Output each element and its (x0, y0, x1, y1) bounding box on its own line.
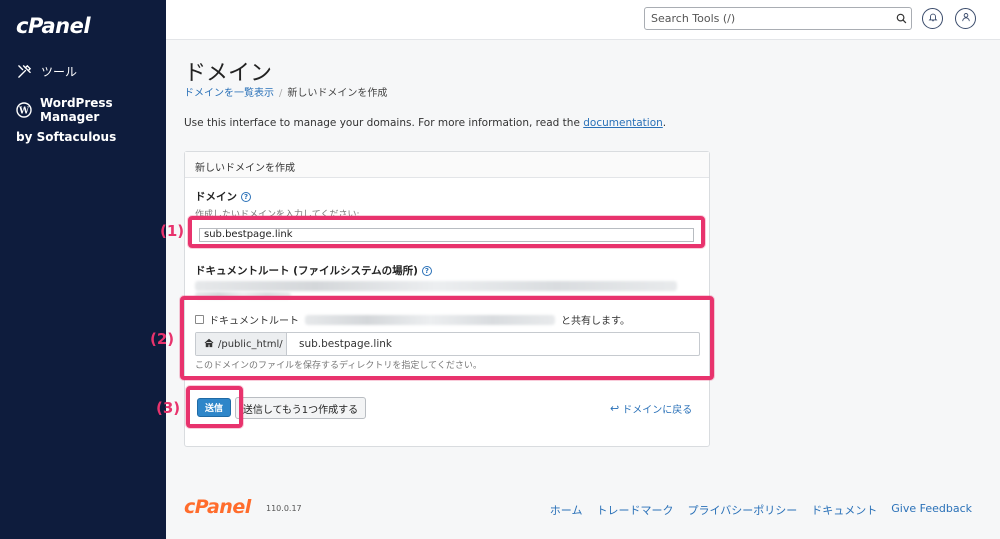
footer-link-privacy-policy[interactable]: プライバシーポリシー (687, 502, 797, 518)
breadcrumb-separator: / (279, 88, 283, 99)
sidebar-item-tools[interactable]: ツール (16, 63, 77, 80)
intro-text: Use this interface to manage your domain… (184, 117, 666, 129)
notifications-button[interactable] (922, 8, 943, 29)
search-input[interactable]: Search Tools (/) (644, 7, 912, 30)
svg-text:W: W (18, 107, 30, 117)
sidebar-item-sublabel: by Softaculous (16, 130, 117, 144)
sidebar-item-label: ツール (41, 65, 78, 79)
docroot-label: ドキュメントルート (ファイルシステムの場所) ? (195, 263, 432, 278)
intro-text-body: Use this interface to manage your domain… (184, 117, 584, 129)
footer-link-documentation[interactable]: ドキュメント (811, 502, 877, 518)
sidebar-item-label: WordPress Manager (40, 96, 113, 124)
footer-cpanel-logo: cPanel (184, 496, 251, 518)
search-icon[interactable] (891, 13, 911, 24)
back-link-label: ドメインに戻る (622, 405, 693, 416)
tools-icon (16, 63, 33, 80)
annotation-box-1 (188, 216, 705, 248)
docroot-label-text: ドキュメントルート (ファイルシステムの場所) (195, 265, 418, 277)
sidebar: cPanel ツール W WordPress Manager by Softac… (0, 0, 166, 539)
footer-link-trademarks[interactable]: トレードマーク (596, 502, 673, 518)
submit-and-create-another-button[interactable]: 送信してもう1つ作成する (235, 397, 366, 419)
domain-label: ドメイン ? (195, 189, 251, 204)
annotation-box-2 (180, 296, 714, 380)
help-icon[interactable]: ? (241, 191, 251, 202)
annotation-box-3 (186, 386, 243, 428)
annotation-label-1: (1) (160, 222, 185, 240)
domain-label-text: ドメイン (195, 191, 237, 203)
user-icon (961, 12, 971, 25)
footer-link-give-feedback[interactable]: Give Feedback (891, 502, 972, 518)
footer-version: 110.0.17 (266, 504, 302, 513)
breadcrumb: ドメインを一覧表示 / 新しいドメインを作成 (184, 84, 387, 99)
redacted-text (195, 281, 677, 291)
breadcrumb-current: 新しいドメインを作成 (287, 88, 388, 99)
documentation-link[interactable]: documentation (583, 117, 663, 129)
annotation-label-2: (2) (150, 330, 175, 348)
cpanel-logo[interactable]: cPanel (16, 14, 91, 38)
breadcrumb-link-domains[interactable]: ドメインを一覧表示 (184, 88, 274, 99)
page-title: ドメイン (184, 61, 273, 86)
user-menu-button[interactable] (955, 8, 976, 29)
footer-link-home[interactable]: ホーム (550, 502, 583, 518)
help-icon[interactable]: ? (421, 265, 432, 276)
top-bar: Search Tools (/) (166, 0, 1000, 40)
sidebar-item-wordpress-manager[interactable]: W WordPress Manager by Softaculous (16, 96, 166, 144)
annotation-label-3: (3) (156, 399, 181, 417)
bell-icon (928, 12, 938, 25)
search-placeholder: Search Tools (/) (651, 12, 736, 25)
footer-links: ホーム トレードマーク プライバシーポリシー ドキュメント Give Feedb… (550, 502, 972, 518)
back-to-domains-link[interactable]: ↩ ドメインに戻る (610, 401, 692, 416)
back-arrow-icon: ↩ (610, 402, 620, 415)
panel-title: 新しいドメインを作成 (185, 152, 709, 178)
intro-text-end: . (662, 117, 667, 129)
wordpress-icon: W (16, 102, 32, 119)
